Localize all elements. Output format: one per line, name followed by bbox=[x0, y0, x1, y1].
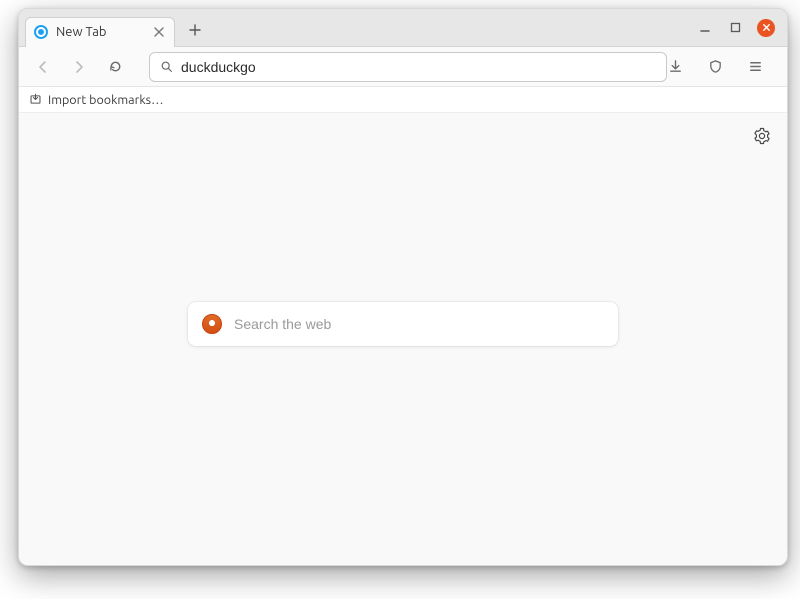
back-button[interactable] bbox=[29, 53, 57, 81]
tab-newtab[interactable]: New Tab bbox=[25, 17, 175, 47]
browser-window: New Tab bbox=[18, 8, 788, 566]
close-window-button[interactable] bbox=[757, 19, 775, 37]
toolbar bbox=[19, 47, 787, 87]
downloads-button[interactable] bbox=[661, 53, 689, 81]
newtab-content bbox=[19, 113, 787, 565]
shield-icon[interactable] bbox=[701, 53, 729, 81]
settings-gear-icon[interactable] bbox=[753, 127, 771, 145]
reload-button[interactable] bbox=[101, 53, 129, 81]
forward-button[interactable] bbox=[65, 53, 93, 81]
close-tab-button[interactable] bbox=[152, 25, 166, 39]
import-icon bbox=[29, 93, 42, 106]
tab-title: New Tab bbox=[56, 25, 144, 39]
address-input[interactable] bbox=[181, 59, 656, 75]
tab-strip: New Tab bbox=[19, 9, 787, 47]
new-tab-button[interactable] bbox=[181, 16, 209, 44]
minimize-button[interactable] bbox=[697, 20, 713, 36]
window-controls bbox=[697, 19, 779, 37]
duckduckgo-icon bbox=[202, 314, 222, 334]
search-icon bbox=[160, 60, 173, 73]
globe-icon bbox=[34, 25, 48, 39]
toolbar-right bbox=[661, 53, 769, 81]
bookmarks-bar: Import bookmarks… bbox=[19, 87, 787, 113]
import-bookmarks-button[interactable]: Import bookmarks… bbox=[48, 93, 164, 107]
address-bar[interactable] bbox=[149, 52, 667, 82]
maximize-button[interactable] bbox=[727, 20, 743, 36]
menu-button[interactable] bbox=[741, 53, 769, 81]
web-search-box[interactable] bbox=[188, 302, 618, 346]
web-search-input[interactable] bbox=[234, 316, 604, 332]
